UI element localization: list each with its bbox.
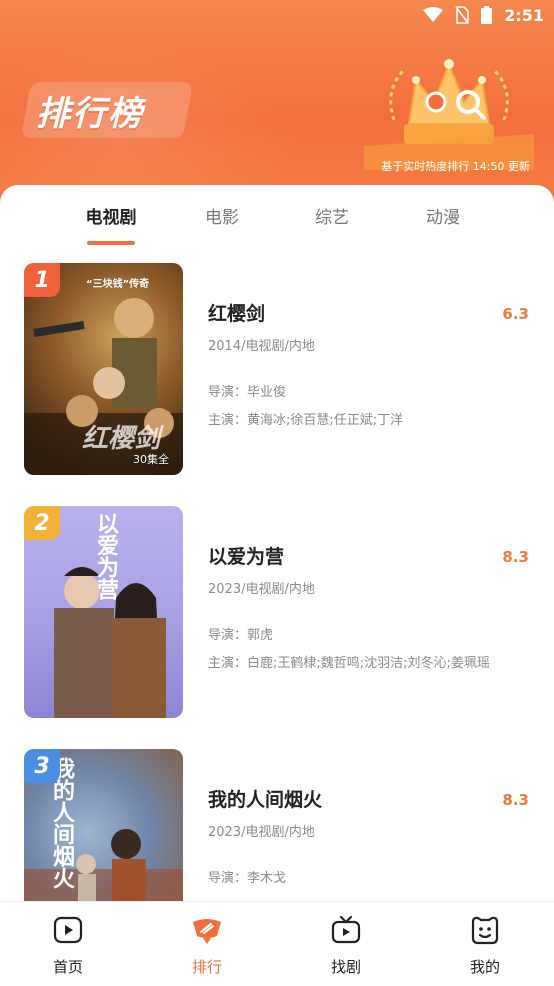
drama-cast: 主演：白鹿;王鹤棣;魏哲鸣;沈羽洁;刘冬沁;姜珮瑶 bbox=[208, 656, 490, 671]
page-title: 排行榜 bbox=[36, 94, 144, 134]
nav-mine[interactable]: 我的 bbox=[425, 902, 545, 986]
poster[interactable]: 以爱为营 2 bbox=[24, 506, 183, 718]
drama-meta: 2014/电视剧/内地 bbox=[208, 339, 315, 354]
tab-variety[interactable]: 综艺 bbox=[287, 203, 377, 228]
ranking-icon bbox=[193, 919, 221, 944]
list-item[interactable]: 我的人间烟火 3 我的人间烟火 8.3 2023/电视剧/内地 导演：李木戈 bbox=[0, 749, 554, 901]
drama-cast: 主演：黄海冰;徐百慧;任正斌;丁洋 bbox=[208, 413, 404, 428]
category-tabs: 电视剧 电影 综艺 动漫 bbox=[0, 203, 554, 247]
tab-anime[interactable]: 动漫 bbox=[398, 203, 488, 228]
drama-score: 6.3 bbox=[502, 305, 529, 323]
status-time: 2:51 bbox=[504, 5, 544, 25]
tab-underline bbox=[87, 241, 135, 245]
wifi-icon bbox=[423, 7, 444, 23]
drama-meta: 2023/电视剧/内地 bbox=[208, 582, 315, 597]
drama-meta: 2023/电视剧/内地 bbox=[208, 825, 315, 840]
bottom-nav: 首页 排行 找剧 我的 bbox=[0, 901, 554, 986]
drama-score: 8.3 bbox=[502, 791, 529, 809]
title-badge-bg bbox=[21, 82, 193, 138]
nav-label: 找剧 bbox=[330, 958, 361, 976]
drama-title[interactable]: 我的人间烟火 bbox=[208, 785, 322, 812]
drama-score: 8.3 bbox=[502, 548, 529, 566]
poster-title: 红樱剑 bbox=[82, 424, 161, 454]
nav-label: 我的 bbox=[469, 958, 500, 976]
nav-ranking[interactable]: 排行 bbox=[147, 902, 267, 986]
face-icon bbox=[471, 916, 499, 945]
poster[interactable]: 红樱剑 “三块钱”传奇 30集全 1 bbox=[24, 263, 183, 475]
drama-director: 导演：李木戈 bbox=[208, 871, 287, 886]
battery-icon bbox=[481, 6, 493, 24]
crown-search-illustration[interactable] bbox=[364, 50, 534, 170]
no-sim-icon bbox=[455, 6, 470, 24]
list-item[interactable]: 以爱为营 2 以爱为营 8.3 2023/电视剧/内地 导演：郭虎 主演：白鹿;… bbox=[0, 506, 554, 718]
tab-movie[interactable]: 电影 bbox=[177, 203, 267, 228]
nav-label: 首页 bbox=[52, 958, 83, 976]
tab-tv[interactable]: 电视剧 bbox=[66, 203, 156, 228]
rank-badge: 2 bbox=[24, 506, 60, 540]
drama-director: 导演：郭虎 bbox=[208, 628, 274, 643]
poster-title: 以爱为营 bbox=[93, 512, 118, 600]
update-note: 基于实时热度排行 14:50 更新 bbox=[381, 160, 530, 173]
play-icon bbox=[53, 916, 83, 944]
nav-home[interactable]: 首页 bbox=[8, 902, 128, 986]
poster-episodes: 30集全 bbox=[133, 453, 169, 466]
nav-find[interactable]: 找剧 bbox=[286, 902, 406, 986]
rank-badge: 1 bbox=[24, 263, 60, 297]
drama-title[interactable]: 红樱剑 bbox=[208, 299, 265, 326]
drama-title[interactable]: 以爱为营 bbox=[208, 542, 284, 569]
nav-label: 排行 bbox=[191, 958, 222, 976]
poster-tagline: “三块钱”传奇 bbox=[86, 279, 150, 290]
tv-icon bbox=[331, 915, 361, 944]
poster[interactable]: 我的人间烟火 3 bbox=[24, 749, 183, 901]
rank-badge: 3 bbox=[24, 749, 60, 783]
status-bar: 2:51 bbox=[0, 0, 554, 30]
crown-icon bbox=[364, 59, 534, 170]
list-item[interactable]: 红樱剑 “三块钱”传奇 30集全 1 红樱剑 6.3 2014/电视剧/内地 导… bbox=[0, 263, 554, 475]
ranking-sheet: 电视剧 电影 综艺 动漫 红樱剑 “三块钱”传奇 30集全 1 红樱剑 6.3 … bbox=[0, 185, 554, 901]
drama-director: 导演：毕业俊 bbox=[208, 385, 287, 400]
